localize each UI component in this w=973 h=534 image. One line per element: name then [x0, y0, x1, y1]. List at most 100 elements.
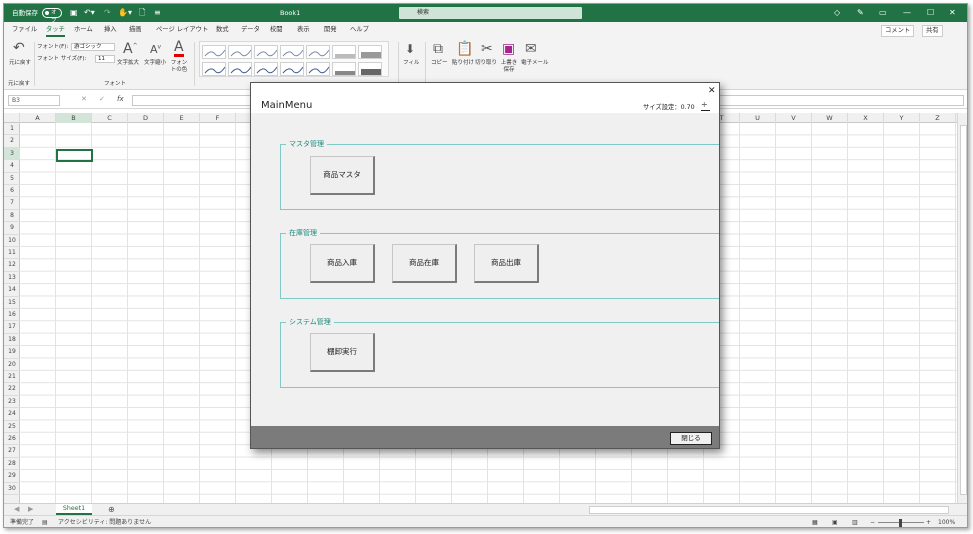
name-box[interactable]: B3: [8, 95, 60, 106]
tab-view[interactable]: 表示: [297, 25, 310, 35]
row-header[interactable]: 11: [4, 247, 20, 260]
product-shipping-button[interactable]: 商品出庫: [474, 244, 539, 283]
row-header[interactable]: 28: [4, 458, 20, 471]
row-header[interactable]: 27: [4, 445, 20, 458]
zoom-slider-thumb[interactable]: [899, 519, 902, 527]
tab-review[interactable]: 校閲: [270, 25, 283, 35]
row-header[interactable]: 24: [4, 408, 20, 421]
size-spin-button[interactable]: ÷: [701, 99, 710, 111]
gallery-style-5[interactable]: [306, 45, 330, 59]
gallery-style-4[interactable]: [280, 45, 304, 59]
active-cell[interactable]: [56, 149, 93, 162]
tab-insert[interactable]: 挿入: [104, 25, 117, 35]
row-header[interactable]: 4: [4, 160, 20, 173]
email-icon[interactable]: ✉: [525, 41, 537, 57]
maximize-icon[interactable]: ☐: [927, 4, 934, 22]
grow-font-label[interactable]: 文字拡大: [117, 60, 139, 67]
insert-function-button[interactable]: fx: [117, 95, 124, 103]
undo-label[interactable]: 元に戻す: [8, 60, 32, 67]
gallery-style-9[interactable]: [228, 62, 252, 76]
minimize-icon[interactable]: —: [903, 4, 911, 22]
pen-icon[interactable]: ✎: [857, 4, 864, 22]
grow-font-icon[interactable]: A^: [123, 41, 138, 57]
font-name-field[interactable]: 游ゴシック: [71, 43, 115, 51]
copy-icon[interactable]: ⧉: [433, 41, 443, 57]
tab-touch[interactable]: タッチ: [46, 25, 65, 37]
tab-draw[interactable]: 描画: [129, 25, 142, 35]
tab-home[interactable]: ホーム: [74, 25, 93, 35]
row-header[interactable]: 23: [4, 396, 20, 409]
column-header[interactable]: U: [740, 113, 776, 123]
column-header[interactable]: A: [20, 113, 56, 123]
column-header[interactable]: E: [164, 113, 200, 123]
row-header[interactable]: 29: [4, 470, 20, 483]
gallery-style-1[interactable]: [202, 45, 226, 59]
horizontal-scrollbar[interactable]: [589, 506, 949, 514]
status-accessibility[interactable]: アクセシビリティ: 問題ありません: [58, 516, 151, 527]
vertical-scroll-thumb[interactable]: [960, 125, 967, 495]
customize-qat-icon[interactable]: ≡: [154, 4, 161, 22]
column-header[interactable]: F: [200, 113, 236, 123]
page-break-view-icon[interactable]: ▥: [852, 516, 858, 527]
gallery-style-11[interactable]: [280, 62, 304, 76]
product-stock-button[interactable]: 商品在庫: [392, 244, 457, 283]
row-header[interactable]: 1: [4, 123, 20, 136]
column-header[interactable]: V: [776, 113, 812, 123]
gallery-style-13[interactable]: [332, 62, 356, 76]
sheet-tab[interactable]: Sheet1: [56, 504, 92, 515]
row-header[interactable]: 8: [4, 210, 20, 223]
row-header[interactable]: 6: [4, 185, 20, 198]
zoom-out-icon[interactable]: −: [870, 516, 875, 527]
gallery-style-10[interactable]: [254, 62, 278, 76]
column-header[interactable]: C: [92, 113, 128, 123]
row-header[interactable]: 14: [4, 284, 20, 297]
share-button[interactable]: 共有: [922, 25, 943, 37]
gallery-style-12[interactable]: [306, 62, 330, 76]
product-master-button[interactable]: 商品マスタ: [310, 156, 375, 195]
tab-help[interactable]: ヘルプ: [350, 25, 369, 35]
email-label[interactable]: 電子メール: [521, 60, 549, 67]
row-header[interactable]: 26: [4, 433, 20, 446]
touch-mode-icon[interactable]: ✋▾: [118, 4, 132, 22]
row-header[interactable]: 2: [4, 135, 20, 148]
paste-icon[interactable]: 📋: [456, 41, 473, 57]
save-disk-icon[interactable]: ▣: [502, 41, 515, 57]
new-file-icon[interactable]: 🗋: [139, 4, 145, 22]
row-header[interactable]: 17: [4, 321, 20, 334]
gallery-style-7[interactable]: [358, 45, 382, 59]
product-receiving-button[interactable]: 商品入庫: [310, 244, 375, 283]
row-header[interactable]: 15: [4, 297, 20, 309]
row-header[interactable]: 9: [4, 222, 20, 235]
ribbon-display-icon[interactable]: ▭: [879, 4, 887, 22]
sheet-nav-right-icon[interactable]: ▶: [28, 504, 33, 515]
save-icon[interactable]: ▣: [70, 4, 78, 22]
copy-label[interactable]: コピー: [431, 60, 448, 67]
fill-label[interactable]: フィル: [403, 60, 419, 67]
dialog-close-icon[interactable]: ✕: [708, 86, 716, 96]
column-header[interactable]: Z: [920, 113, 956, 123]
vertical-scrollbar[interactable]: [957, 113, 967, 503]
gallery-style-8[interactable]: [202, 62, 226, 76]
row-header[interactable]: 7: [4, 197, 20, 210]
save-label[interactable]: 上書き保存: [499, 60, 519, 73]
tab-formulas[interactable]: 数式: [216, 25, 229, 35]
row-header[interactable]: 19: [4, 346, 20, 359]
zoom-level[interactable]: 100%: [938, 516, 955, 527]
font-color-label[interactable]: フォントの色: [169, 60, 189, 73]
gallery-style-2[interactable]: [228, 45, 252, 59]
select-all-corner[interactable]: [4, 113, 20, 123]
column-header[interactable]: X: [848, 113, 884, 123]
redo-icon[interactable]: ↷: [104, 4, 111, 22]
search-box[interactable]: 検索: [399, 7, 582, 19]
tab-developer[interactable]: 開発: [324, 25, 337, 35]
row-header[interactable]: 12: [4, 259, 20, 272]
column-header[interactable]: B: [56, 113, 92, 123]
shrink-font-label[interactable]: 文字縮小: [144, 60, 166, 67]
row-header[interactable]: 18: [4, 334, 20, 347]
shrink-font-icon[interactable]: Av: [150, 43, 161, 56]
row-header[interactable]: 10: [4, 235, 20, 247]
tab-page-layout[interactable]: ページ レイアウト: [156, 25, 208, 35]
tab-data[interactable]: データ: [241, 25, 260, 35]
close-button[interactable]: 閉じる: [670, 432, 712, 445]
font-size-field[interactable]: 11: [95, 55, 115, 63]
